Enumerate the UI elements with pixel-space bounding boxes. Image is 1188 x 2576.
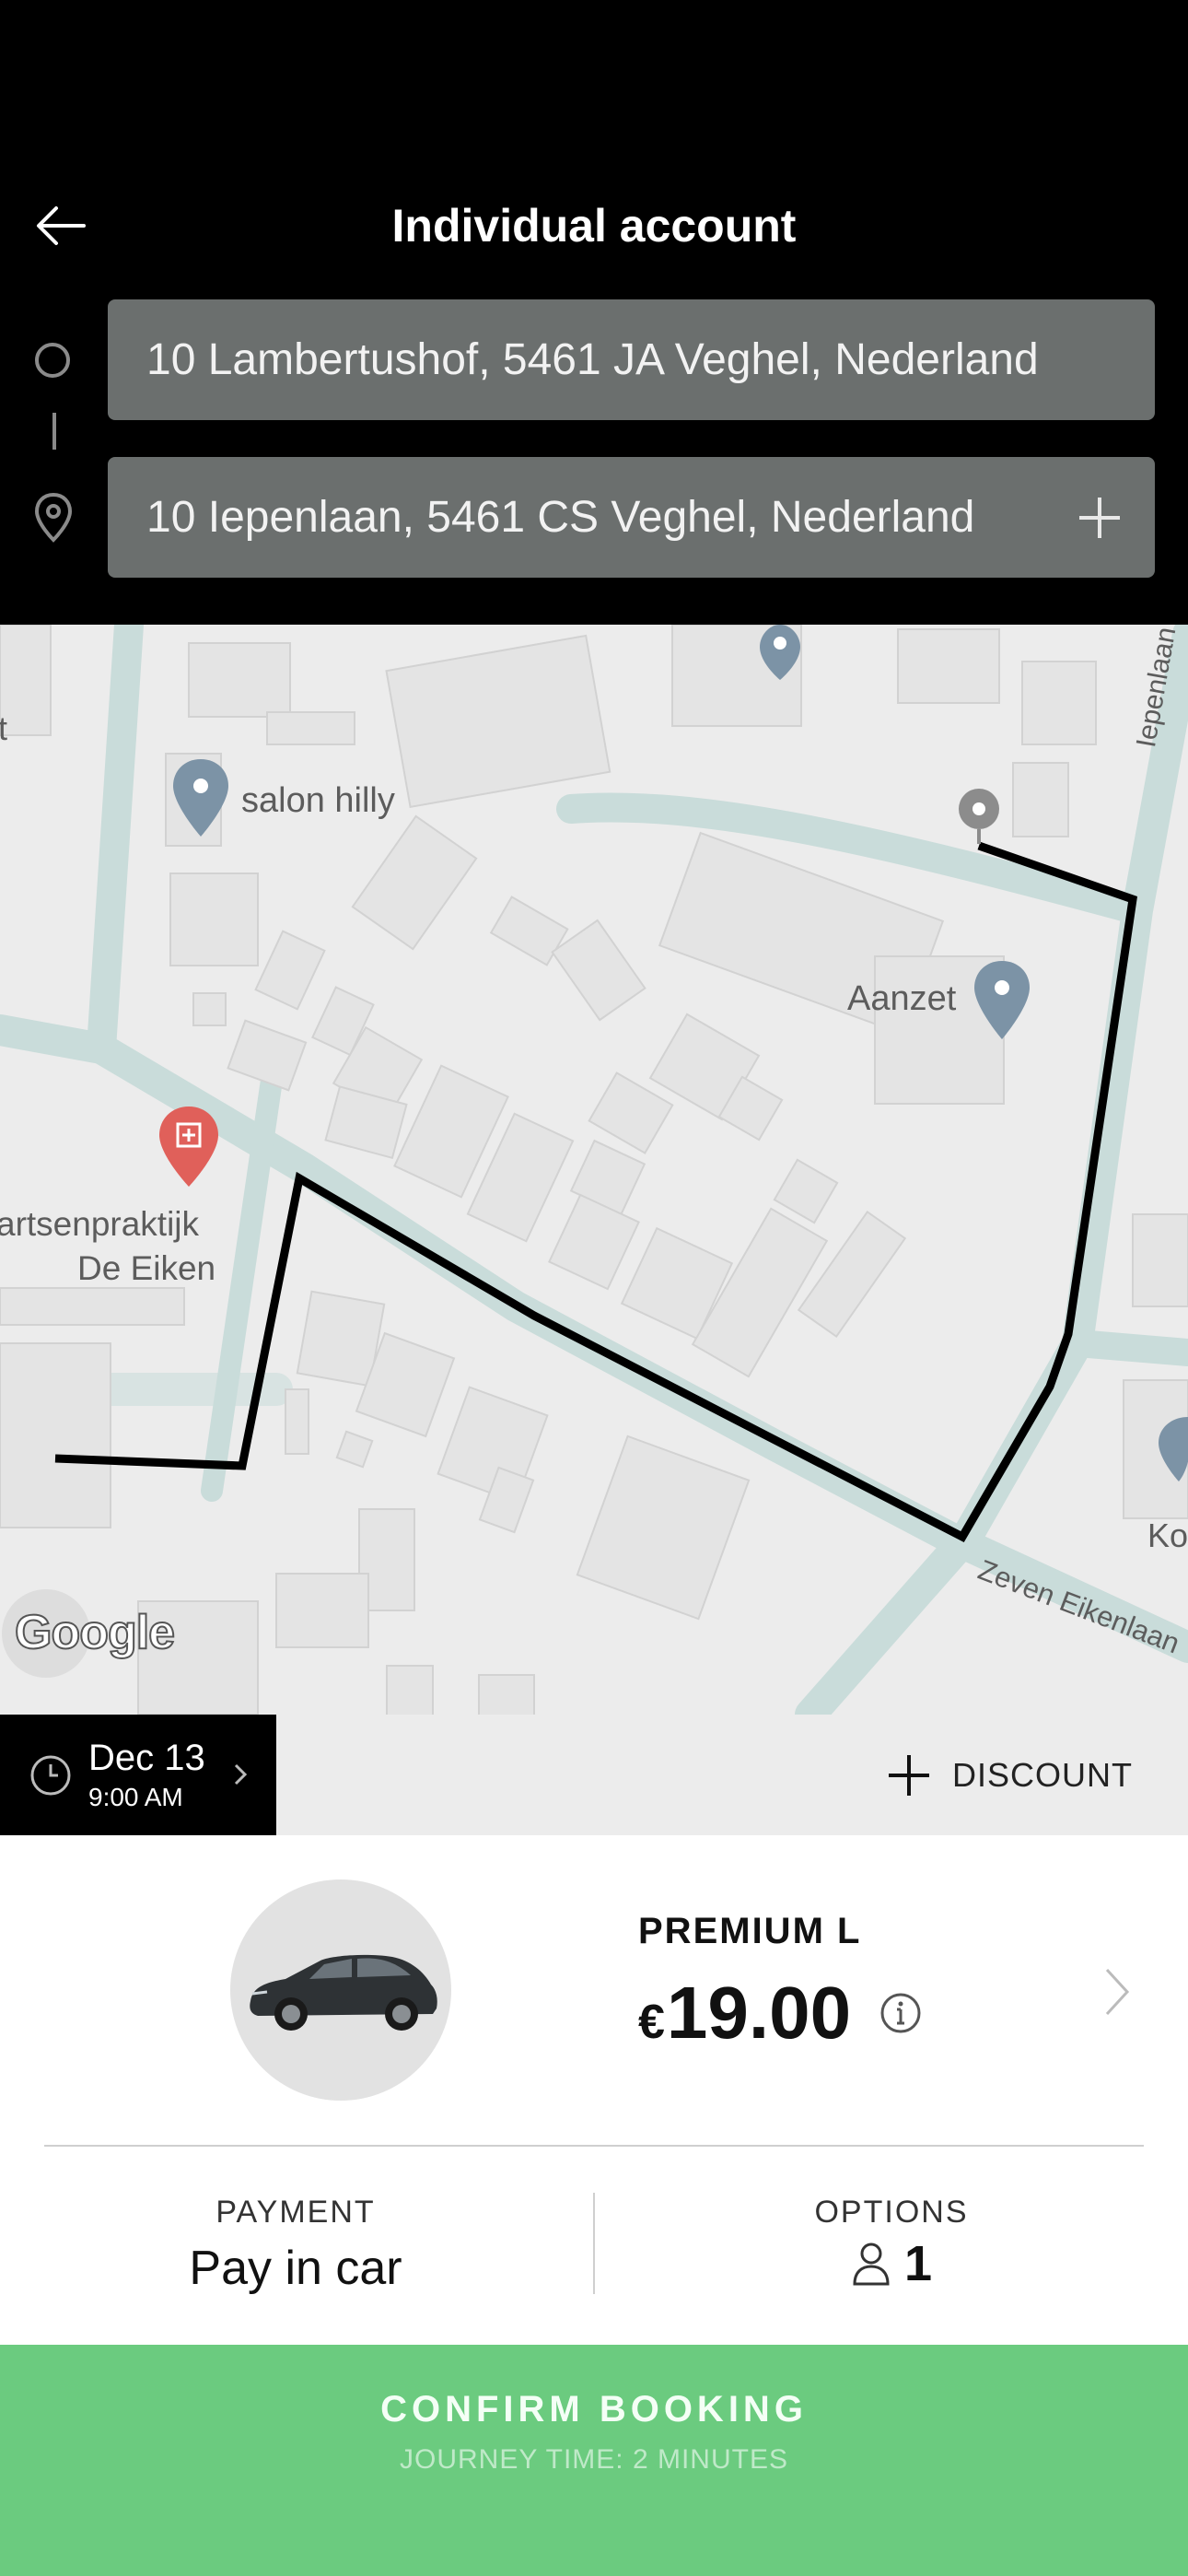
passenger-options-button[interactable]: 1	[707, 2235, 1076, 2292]
top-bar: Individual account 10 Lambertushof, 5461…	[0, 0, 1188, 625]
schedule-bar: Dec 13 9:00 AM DISCOUNT	[0, 1715, 1188, 1835]
destination-address-text: 10 Iepenlaan, 5461 CS Veghel, Nederland	[146, 493, 975, 542]
origin-circle-icon	[35, 343, 70, 378]
google-logo: Google	[14, 1605, 176, 1660]
pickup-time-button[interactable]: Dec 13 9:00 AM	[0, 1715, 276, 1835]
car-icon	[250, 1954, 437, 2031]
info-icon[interactable]	[879, 1992, 922, 2034]
chevron-right-icon	[234, 1763, 248, 1786]
card-divider	[44, 2145, 1144, 2147]
map-label-partial-right: Ko	[1147, 1516, 1188, 1554]
destination-address-input[interactable]: 10 Iepenlaan, 5461 CS Veghel, Nederland	[108, 457, 1155, 578]
pickup-date: Dec 13	[88, 1738, 205, 1778]
card-vertical-divider	[593, 2193, 595, 2294]
passenger-count: 1	[903, 2236, 933, 2291]
map-label-practice: artsenpraktijk	[0, 1205, 200, 1243]
destination-pin-icon	[34, 492, 73, 543]
discount-button[interactable]: DISCOUNT	[886, 1715, 1133, 1835]
payment-method-button[interactable]: Pay in car	[65, 2241, 526, 2296]
route-connector	[52, 413, 56, 450]
journey-time: JOURNEY TIME: 2 MINUTES	[400, 2444, 788, 2475]
map-label-salon: salon hilly	[241, 781, 395, 820]
medical-pin-icon	[159, 1107, 218, 1187]
person-icon	[853, 2242, 890, 2286]
plus-icon	[889, 1754, 929, 1796]
add-stop-button[interactable]	[1072, 457, 1127, 578]
map-label-practice-2: De Eiken	[77, 1249, 216, 1287]
discount-label: DISCOUNT	[952, 1755, 1133, 1794]
options-label: OPTIONS	[814, 2195, 969, 2230]
plus-icon	[1079, 497, 1120, 538]
map-canvas	[0, 625, 1188, 1715]
ride-price: € 19.00	[638, 1971, 851, 2055]
chevron-right-icon[interactable]	[1101, 1964, 1133, 2020]
clock-icon	[30, 1755, 71, 1796]
confirm-booking-button[interactable]: CONFIRM BOOKING JOURNEY TIME: 2 MINUTES	[0, 2345, 1188, 2576]
currency-symbol: €	[638, 1996, 665, 2049]
car-image[interactable]	[230, 1879, 451, 2101]
page-title: Individual account	[391, 200, 797, 252]
payment-label: PAYMENT	[215, 2195, 376, 2230]
route-map[interactable]: salon hilly Aanzet artsenpraktijk De Eik…	[0, 625, 1188, 1715]
pickup-address-input[interactable]: 10 Lambertushof, 5461 JA Veghel, Nederla…	[108, 299, 1155, 420]
map-label-partial-left: t	[0, 709, 8, 747]
pickup-time: 9:00 AM	[88, 1783, 183, 1811]
service-name: PREMIUM L	[638, 1911, 862, 1951]
ride-card: PREMIUM L € 19.00 PAYMENT Pay in car OPT…	[0, 1835, 1188, 2345]
confirm-label: CONFIRM BOOKING	[380, 2389, 808, 2430]
destination-marker-icon	[959, 789, 999, 844]
map-label-aanzet: Aanzet	[847, 979, 957, 1018]
price-amount: 19.00	[666, 1972, 852, 2054]
